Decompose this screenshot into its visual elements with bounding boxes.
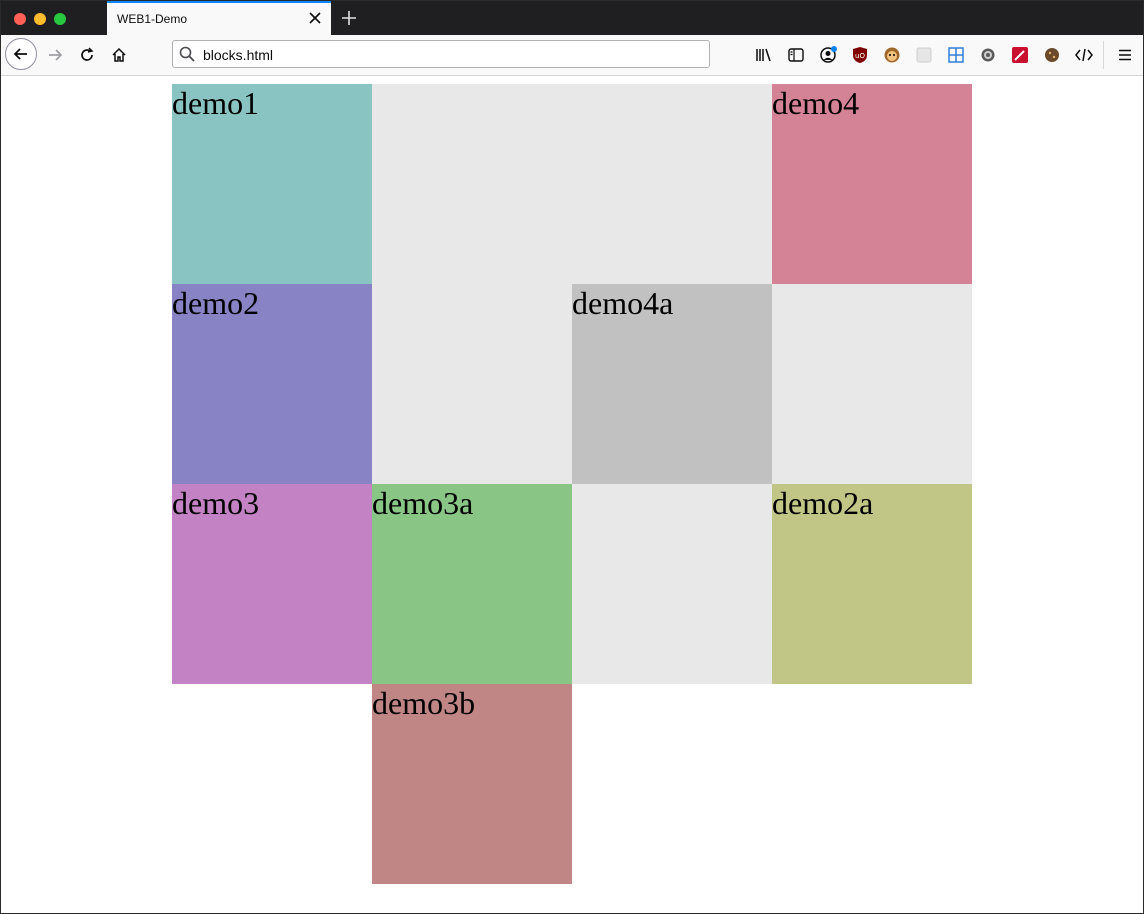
block-label: demo3b xyxy=(372,685,476,721)
block-demo4a: demo4a xyxy=(572,284,772,484)
gear-icon[interactable] xyxy=(978,45,998,65)
forward-button[interactable] xyxy=(39,39,71,71)
filler-block xyxy=(772,284,972,484)
window-maximize-button[interactable] xyxy=(54,13,66,25)
block-label: demo2 xyxy=(172,285,260,321)
reload-button[interactable] xyxy=(71,39,103,71)
ublock-icon[interactable]: uO xyxy=(850,45,870,65)
block-label: demo4 xyxy=(772,85,860,121)
back-button[interactable] xyxy=(5,38,37,70)
svg-text:uO: uO xyxy=(855,52,865,60)
menu-icon[interactable] xyxy=(1115,45,1135,65)
code-icon[interactable] xyxy=(1074,45,1094,65)
reload-icon xyxy=(81,47,94,61)
block-label: demo3 xyxy=(172,485,260,521)
url-text: blocks.html xyxy=(203,47,274,63)
block-demo2: demo2 xyxy=(172,284,372,484)
tab-strip: WEB1-Demo xyxy=(1,1,1143,35)
tab-title: WEB1-Demo xyxy=(117,12,188,26)
block-demo3a: demo3a xyxy=(372,484,572,684)
home-icon xyxy=(112,47,126,62)
window-close-button[interactable] xyxy=(14,13,26,25)
block-label: demo3a xyxy=(372,485,474,521)
block-demo1: demo1 xyxy=(172,84,372,284)
block-label: demo1 xyxy=(172,85,260,121)
page-content: demo1 demo4 demo2 demo4a demo3 demo3a de… xyxy=(1,76,1143,913)
block-label: demo2a xyxy=(772,485,874,521)
block-demo2a: demo2a xyxy=(772,484,972,684)
grid-icon[interactable] xyxy=(946,45,966,65)
sidebar-icon[interactable] xyxy=(786,45,806,65)
library-icon[interactable] xyxy=(754,45,774,65)
block-demo3: demo3 xyxy=(172,484,372,684)
window-minimize-button[interactable] xyxy=(34,13,46,25)
filler-block xyxy=(572,484,772,684)
filler-block xyxy=(372,284,572,484)
browser-window: WEB1-Demo blocks.html uO demo1 demo4 dem… xyxy=(0,0,1144,914)
tab-active[interactable]: WEB1-Demo xyxy=(107,1,331,35)
extension-icon[interactable] xyxy=(914,45,934,65)
arrow-left-icon xyxy=(13,48,27,60)
url-bar[interactable]: blocks.html xyxy=(172,40,710,68)
home-button[interactable] xyxy=(103,39,135,71)
search-icon xyxy=(179,46,195,62)
arrow-right-icon xyxy=(49,49,63,61)
toolbar-separator xyxy=(1103,41,1104,69)
account-icon[interactable] xyxy=(818,45,838,65)
block-demo4: demo4 xyxy=(772,84,972,284)
filler-block xyxy=(372,84,772,284)
cookie-icon[interactable] xyxy=(1042,45,1062,65)
new-tab-button[interactable] xyxy=(337,6,361,30)
navigation-toolbar: blocks.html uO xyxy=(1,35,1143,76)
close-icon[interactable] xyxy=(305,8,325,28)
block-demo3b: demo3b xyxy=(372,684,572,884)
block-label: demo4a xyxy=(572,285,674,321)
tampermonkey-icon[interactable] xyxy=(882,45,902,65)
wand-icon[interactable] xyxy=(1010,45,1030,65)
